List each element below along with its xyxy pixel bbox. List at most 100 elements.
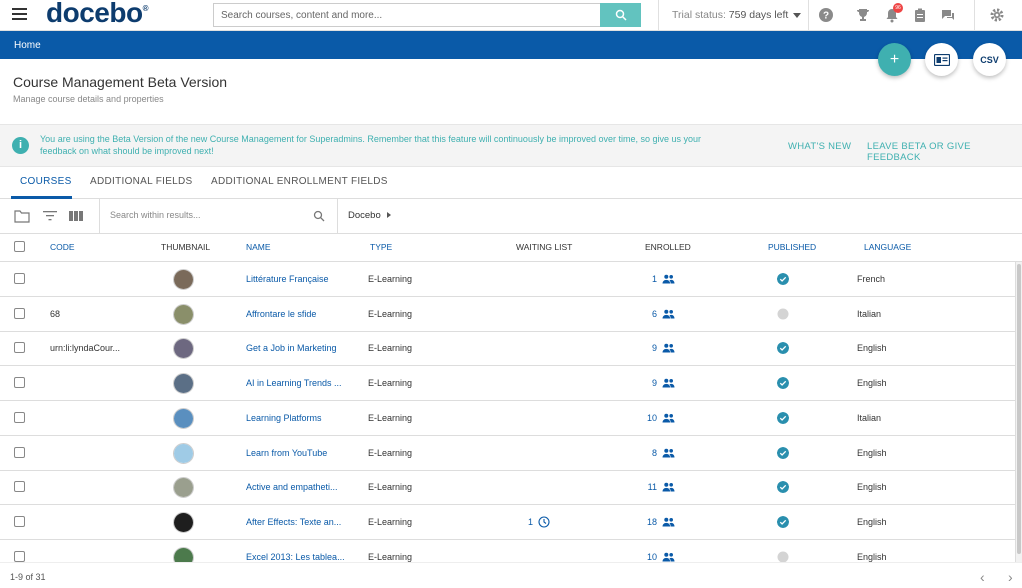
column-header-thumbnail: THUMBNAIL [161,242,211,252]
enrolled-count[interactable]: 6 [627,309,657,319]
unpublished-dot-icon[interactable] [777,308,789,320]
menu-icon[interactable] [12,8,27,22]
course-name-link[interactable]: Active and empatheti... [246,482,338,492]
column-header-language[interactable]: LANGUAGE [864,242,911,252]
global-search-input[interactable]: Search courses, content and more... [213,3,601,27]
table-row[interactable]: urn:li:lyndaCour... Get a Job in Marketin… [0,331,1016,367]
course-thumbnail[interactable] [173,477,194,499]
add-course-button[interactable]: + [878,43,911,76]
column-header-published[interactable]: PUBLISHED [768,242,816,252]
course-thumbnail[interactable] [173,303,194,325]
course-name-link[interactable]: After Effects: Texte an... [246,517,341,527]
search-icon[interactable] [313,210,325,222]
info-icon: i [12,137,29,154]
published-check-icon[interactable] [777,411,789,424]
row-checkbox[interactable] [14,377,25,389]
folder-breadcrumb[interactable]: Docebo [348,210,391,221]
csv-import-button[interactable]: CSV [973,43,1006,76]
table-row[interactable]: After Effects: Texte an... E-Learning 1 18 E… [0,504,1016,540]
course-thumbnail[interactable] [173,373,194,395]
next-page-button[interactable]: › [1008,569,1013,585]
breadcrumb-home[interactable]: Home [14,40,41,51]
whats-new-link[interactable]: WHAT'S NEW [788,141,851,152]
table-row[interactable]: Learning Platforms E-Learning 10 Italian [0,400,1016,436]
enrolled-count[interactable]: 9 [627,343,657,353]
filter-icon[interactable] [42,209,58,223]
table-row[interactable]: Active and empatheti... E-Learning 11 Engli… [0,470,1016,506]
row-checkbox[interactable] [14,515,25,527]
course-catalog-button[interactable] [925,43,958,76]
course-name-link[interactable]: Learning Platforms [246,413,322,423]
users-icon[interactable] [662,413,675,423]
page-title: Course Management Beta Version [13,74,228,90]
leave-beta-link[interactable]: LEAVE BETA OR GIVE FEEDBACK [867,141,1022,163]
row-checkbox[interactable] [14,550,25,562]
table-row[interactable]: 68 Affrontare le sfide E-Learning 6 Italian [0,296,1016,332]
enrolled-count[interactable]: 18 [627,517,657,527]
users-icon[interactable] [662,343,675,353]
users-icon[interactable] [662,309,675,319]
published-check-icon[interactable] [777,446,789,459]
search-within-input[interactable]: Search within results... [110,210,201,220]
row-checkbox[interactable] [14,411,25,423]
folder-icon[interactable] [14,209,30,223]
tab-additional-fields[interactable]: ADDITIONAL FIELDS [90,176,193,187]
enrolled-count[interactable]: 8 [627,448,657,458]
users-icon[interactable] [662,448,675,458]
column-header-code[interactable]: CODE [50,242,75,252]
trophy-icon[interactable] [855,7,871,23]
users-icon[interactable] [662,274,675,284]
enrolled-count[interactable]: 10 [627,552,657,562]
search-button[interactable] [600,3,641,27]
course-thumbnail[interactable] [173,338,194,360]
published-check-icon[interactable] [777,342,789,355]
users-icon[interactable] [662,517,675,527]
course-name-link[interactable]: Affrontare le sfide [246,309,316,319]
row-checkbox[interactable] [14,273,25,284]
course-name-link[interactable]: AI in Learning Trends ... [246,378,342,388]
row-checkbox[interactable] [14,342,25,354]
gear-icon[interactable] [989,7,1005,23]
scrollbar-thumb[interactable] [1017,264,1021,554]
course-name-link[interactable]: Littérature Française [246,274,329,284]
course-name-link[interactable]: Excel 2013: Les tablea... [246,552,345,562]
waiting-list-count[interactable]: 1 [528,517,533,527]
clipboard-icon[interactable] [912,7,928,23]
enrolled-count[interactable]: 9 [627,378,657,388]
course-thumbnail[interactable] [173,511,194,533]
course-thumbnail[interactable] [173,407,194,429]
beta-banner: i You are using the Beta Version of the … [0,124,1022,167]
published-check-icon[interactable] [777,515,789,528]
enrolled-count[interactable]: 1 [627,274,657,284]
tab-courses[interactable]: COURSES [20,176,72,187]
column-header-name[interactable]: NAME [246,242,271,252]
row-checkbox[interactable] [14,446,25,458]
published-check-icon[interactable] [777,273,789,285]
table-row[interactable]: Learn from YouTube E-Learning 8 English [0,435,1016,471]
enrolled-count[interactable]: 10 [627,413,657,423]
trial-status-dropdown[interactable]: Trial status: 759 days left [672,9,802,21]
row-checkbox[interactable] [14,481,25,493]
users-icon[interactable] [662,378,675,388]
column-header-type[interactable]: TYPE [370,242,392,252]
tab-additional-enrollment-fields[interactable]: ADDITIONAL ENROLLMENT FIELDS [211,176,388,187]
enrolled-count[interactable]: 11 [627,482,657,492]
help-icon[interactable]: ? [818,7,834,23]
table-row[interactable]: AI in Learning Trends ... E-Learning 9 Engl… [0,366,1016,402]
course-name-link[interactable]: Learn from YouTube [246,448,327,458]
course-thumbnail[interactable] [173,269,194,290]
users-icon[interactable] [662,552,675,562]
row-checkbox[interactable] [14,307,25,319]
docebo-logo[interactable]: docebo® [46,0,149,29]
select-all-checkbox[interactable] [14,241,25,252]
unpublished-dot-icon[interactable] [777,551,789,563]
published-check-icon[interactable] [777,481,789,494]
table-row[interactable]: Littérature Française E-Learning 1 French [0,262,1016,297]
users-icon[interactable] [662,482,675,492]
prev-page-button[interactable]: ‹ [980,569,985,585]
course-thumbnail[interactable] [173,442,194,464]
course-name-link[interactable]: Get a Job in Marketing [246,343,337,353]
chat-icon[interactable] [940,7,956,23]
columns-icon[interactable] [68,209,84,223]
published-check-icon[interactable] [777,377,789,390]
